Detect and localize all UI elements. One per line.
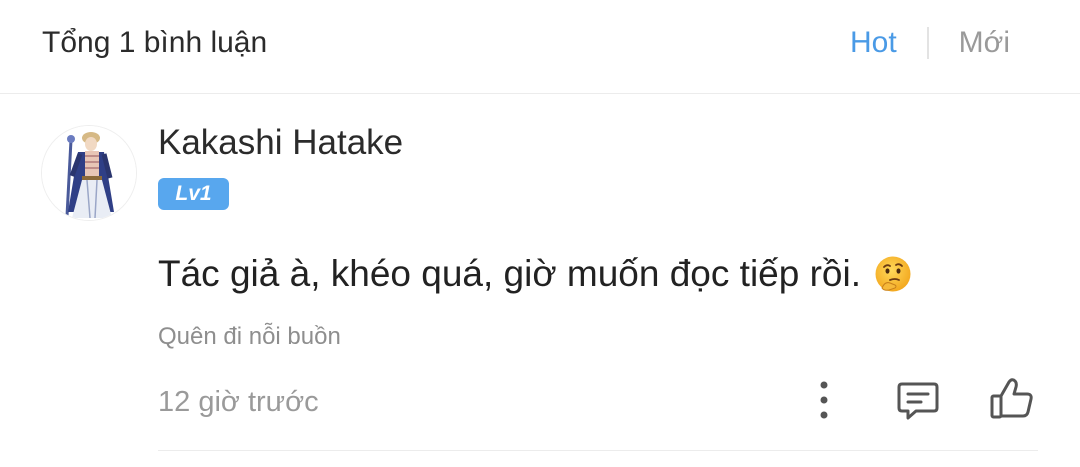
avatar[interactable] <box>41 125 137 221</box>
more-options-button[interactable] <box>808 378 840 422</box>
sort-tabs: Hot Mới <box>850 26 1010 60</box>
comments-header: Tổng 1 bình luận Hot Mới <box>0 0 1080 94</box>
sort-tab-divider <box>926 27 929 59</box>
thumbs-up-icon <box>990 378 1033 419</box>
comment-icon <box>897 382 939 420</box>
comment-count-title: Tổng 1 bình luận <box>42 26 268 59</box>
comment-divider <box>158 450 1038 451</box>
comment-text: Tác giả à, khéo quá, giờ muốn đọc tiếp r… <box>158 253 861 294</box>
sort-tab-hot[interactable]: Hot <box>850 26 897 60</box>
reply-button[interactable] <box>894 378 942 422</box>
more-vertical-icon <box>820 381 828 419</box>
comment-username[interactable]: Kakashi Hatake <box>158 123 403 163</box>
level-badge: Lv1 <box>158 178 229 210</box>
thinking-face-emoji-icon <box>875 256 911 292</box>
like-button[interactable] <box>987 374 1037 424</box>
user-signature: Quên đi nỗi buồn <box>158 323 341 350</box>
avatar-character-image <box>42 126 136 220</box>
sort-tab-new[interactable]: Mới <box>959 26 1010 60</box>
comment-body: Tác giả à, khéo quá, giờ muốn đọc tiếp r… <box>158 253 913 295</box>
comment-timestamp: 12 giờ trước <box>158 386 319 418</box>
